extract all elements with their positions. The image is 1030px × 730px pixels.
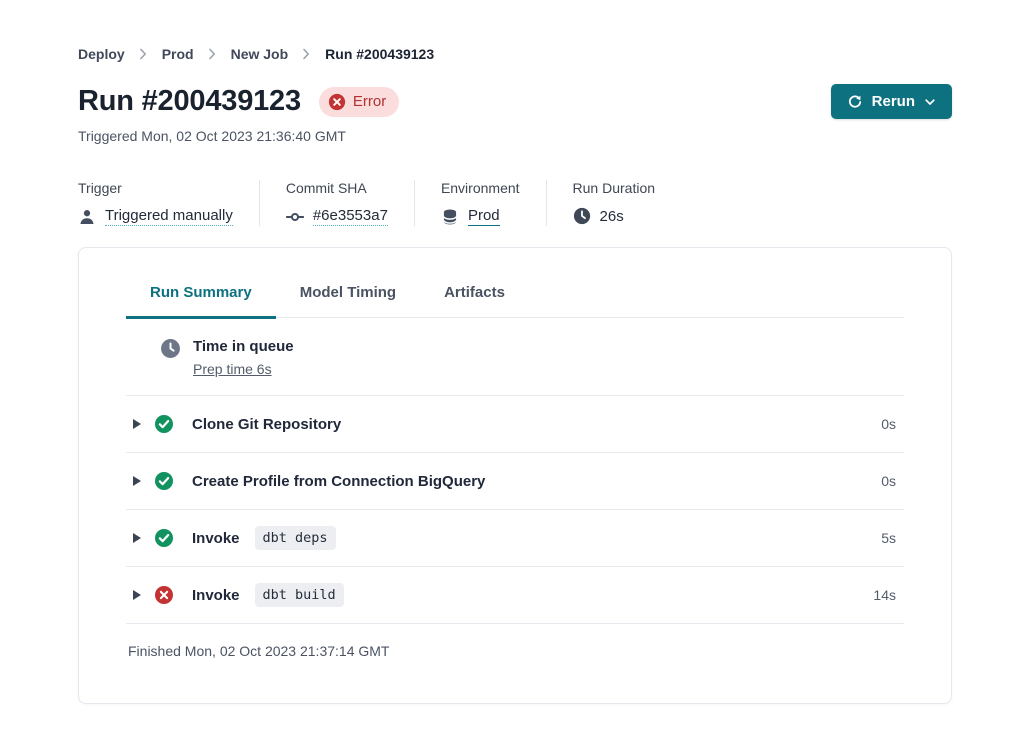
chevron-right-icon [208,48,217,60]
clock-icon [573,207,591,225]
meta-trigger-label: Trigger [78,180,233,196]
chevron-right-icon [139,48,148,60]
expand-caret-icon[interactable] [133,533,141,543]
commit-sha-value[interactable]: #6e3553a7 [313,207,388,226]
meta-environment-label: Environment [441,180,520,196]
meta-commit-label: Commit SHA [286,180,388,196]
expand-caret-icon[interactable] [133,419,141,429]
step-row-create-profile: Create Profile from Connection BigQuery … [126,453,904,510]
command-chip: dbt deps [255,526,336,550]
prep-time-link[interactable]: Prep time 6s [193,361,272,377]
queue-clock-icon [160,338,181,359]
git-commit-icon [286,208,304,226]
step-duration: 14s [873,587,896,603]
status-badge: Error [319,87,399,117]
status-badge-label: Error [353,93,386,110]
success-check-icon [154,414,174,434]
meta-duration-label: Run Duration [573,180,656,196]
queue-title: Time in queue [193,338,294,355]
step-name: Clone Git Repository [192,416,341,433]
chevron-right-icon [302,48,311,60]
step-duration: 0s [881,416,896,432]
person-icon [78,208,96,226]
breadcrumb-deploy[interactable]: Deploy [78,46,125,62]
breadcrumb-prod[interactable]: Prod [162,46,194,62]
environment-link[interactable]: Prod [468,207,500,226]
run-meta-row: Trigger Triggered manually Commit SHA #6… [78,180,952,226]
meta-trigger: Trigger Triggered manually [78,180,260,226]
chevron-down-icon [924,96,936,108]
header-row: Run #200439123 Error Rerun [78,84,952,119]
breadcrumb-new-job[interactable]: New Job [231,46,289,62]
expand-caret-icon[interactable] [133,476,141,486]
error-circle-icon [328,93,346,111]
meta-run-duration: Run Duration 26s [573,180,682,226]
tab-artifacts[interactable]: Artifacts [420,278,529,319]
tab-run-summary[interactable]: Run Summary [126,278,276,319]
step-name: Invoke [192,587,240,604]
database-icon [441,208,459,226]
meta-environment: Environment Prod [441,180,547,226]
page-title: Run #200439123 [78,85,301,118]
rerun-button[interactable]: Rerun [831,84,952,119]
success-check-icon [154,471,174,491]
error-circle-icon [154,585,174,605]
step-duration: 0s [881,473,896,489]
expand-caret-icon[interactable] [133,590,141,600]
meta-commit-sha: Commit SHA #6e3553a7 [286,180,415,226]
time-in-queue-row: Time in queue Prep time 6s [126,318,904,396]
run-detail-page: Deploy Prod New Job Run #200439123 Run #… [0,0,1030,730]
rerun-button-label: Rerun [872,93,915,110]
command-chip: dbt build [255,583,344,607]
breadcrumb: Deploy Prod New Job Run #200439123 [78,0,952,62]
tab-model-timing[interactable]: Model Timing [276,278,420,319]
step-row-clone-git: Clone Git Repository 0s [126,396,904,453]
step-row-dbt-build: Invoke dbt build 14s [126,567,904,624]
run-summary-card: Run Summary Model Timing Artifacts Time … [78,247,952,704]
success-check-icon [154,528,174,548]
step-name: Invoke [192,530,240,547]
trigger-value[interactable]: Triggered manually [105,207,233,226]
tab-bar: Run Summary Model Timing Artifacts [126,278,904,318]
triggered-timestamp: Triggered Mon, 02 Oct 2023 21:36:40 GMT [78,128,952,144]
step-duration: 5s [881,530,896,546]
breadcrumb-current-run: Run #200439123 [325,46,434,62]
run-duration-value: 26s [600,208,624,225]
finished-timestamp: Finished Mon, 02 Oct 2023 21:37:14 GMT [126,643,904,659]
step-row-dbt-deps: Invoke dbt deps 5s [126,510,904,567]
rerun-refresh-icon [847,94,863,110]
step-name: Create Profile from Connection BigQuery [192,473,485,490]
